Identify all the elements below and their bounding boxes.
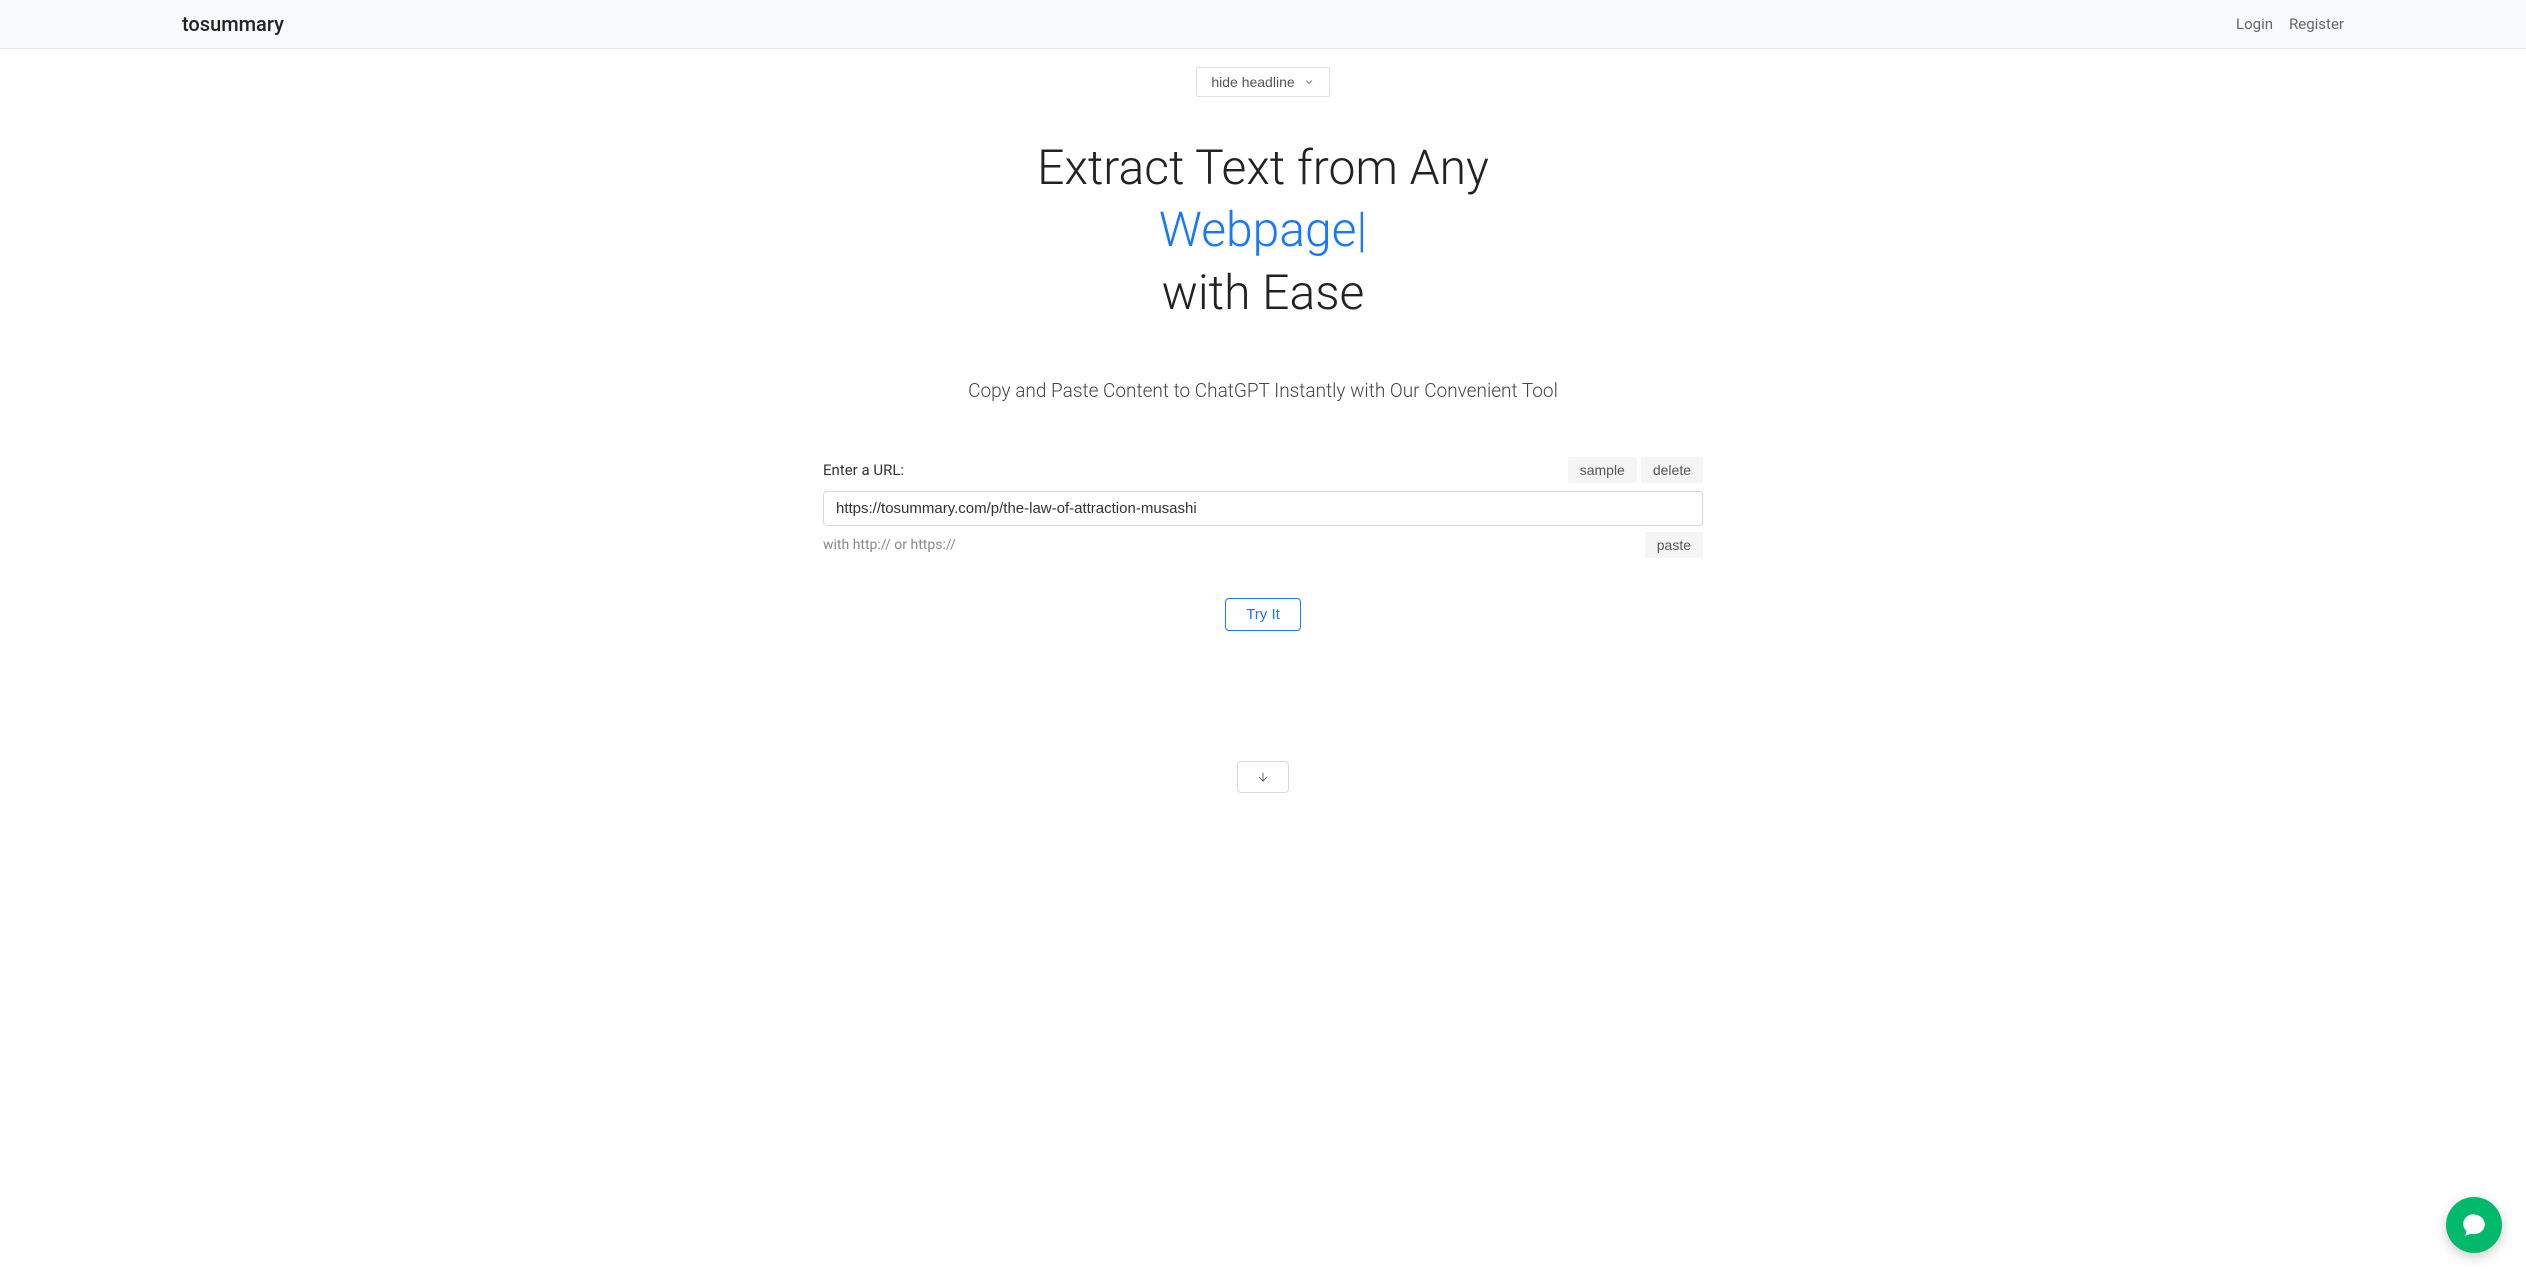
scroll-down-button[interactable] (1237, 761, 1289, 793)
chevron-down-icon (1303, 76, 1315, 88)
hide-headline-label: hide headline (1211, 74, 1294, 90)
hide-headline-wrap: hide headline (823, 67, 1703, 97)
chat-bubble-icon (2461, 1212, 2487, 1238)
try-it-button[interactable]: Try It (1225, 598, 1301, 631)
url-input[interactable] (823, 491, 1703, 526)
form-row-top: Enter a URL: sample delete (823, 457, 1703, 483)
paste-button[interactable]: paste (1645, 532, 1703, 558)
mini-buttons: sample delete (1568, 457, 1703, 483)
submit-wrap: Try It (823, 598, 1703, 631)
typing-cursor: | (1356, 201, 1367, 258)
register-link[interactable]: Register (2289, 15, 2344, 33)
hide-headline-button[interactable]: hide headline (1196, 67, 1329, 97)
hero-subhead: Copy and Paste Content to ChatGPT Instan… (823, 379, 1703, 402)
hero-title-line1: Extract Text from Any (1037, 139, 1489, 196)
scroll-down-wrap (823, 761, 1703, 793)
chat-widget-button[interactable] (2446, 1197, 2502, 1253)
url-form: Enter a URL: sample delete with http:// … (823, 457, 1703, 631)
url-label: Enter a URL: (823, 461, 904, 479)
nav-links: Login Register (2236, 15, 2494, 33)
sample-button[interactable]: sample (1568, 457, 1637, 483)
hero-title-typed: Webpage (1159, 201, 1357, 258)
header: tosummary Login Register (0, 0, 2526, 49)
features-section: Effortlessly extract text from No more m… (663, 793, 1863, 823)
brand-logo[interactable]: tosummary (32, 12, 284, 36)
arrow-down-icon (1256, 770, 1270, 784)
main-content: hide headline Extract Text from Any Webp… (803, 67, 1723, 793)
delete-button[interactable]: delete (1641, 457, 1703, 483)
url-hint: with http:// or https:// (823, 537, 956, 553)
login-link[interactable]: Login (2236, 15, 2273, 33)
hero-title: Extract Text from Any Webpage| with Ease (823, 137, 1703, 324)
form-row-bottom: with http:// or https:// paste (823, 532, 1703, 558)
hero-title-line3: with Ease (1162, 264, 1365, 321)
